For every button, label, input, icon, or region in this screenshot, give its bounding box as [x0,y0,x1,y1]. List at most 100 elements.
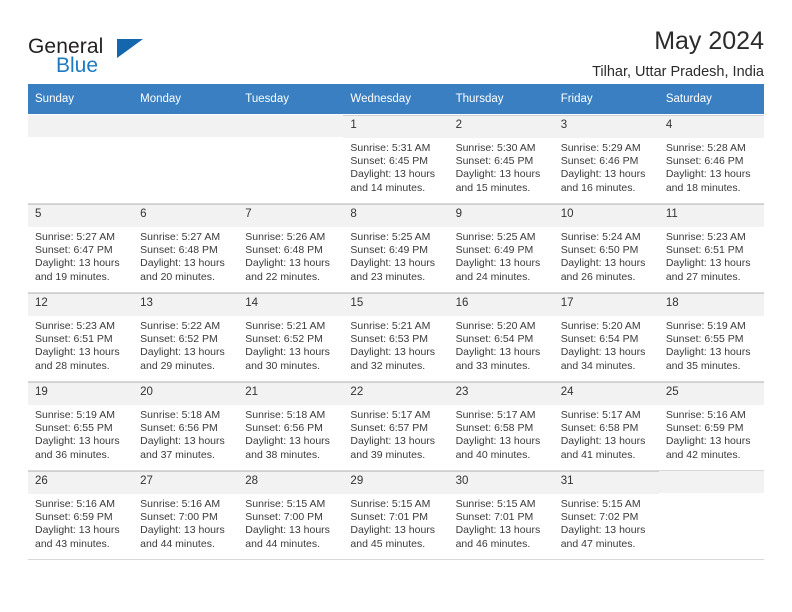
calendar-day-cell[interactable]: 26 Sunrise: 5:16 AM Sunset: 6:59 PM Dayligh… [28,470,134,560]
daylight-text-line1: Daylight: 13 hours [665,168,751,181]
calendar-day-cell[interactable]: 7 Sunrise: 5:26 AM Sunset: 6:48 PM Daylight… [238,203,344,293]
calendar-day-cell[interactable]: 27 Sunrise: 5:16 AM Sunset: 7:00 PM Dayligh… [133,470,239,560]
day-number [133,115,239,137]
calendar-day-cell[interactable]: 4 Sunrise: 5:28 AM Sunset: 6:46 PM Daylight… [658,114,764,204]
day-number: 7 [238,205,344,227]
day-cell-inner: 13 Sunrise: 5:22 AM Sunset: 6:52 PM Dayligh… [133,293,239,381]
sunrise-text: Sunrise: 5:31 AM [350,142,431,154]
calendar-day-cell[interactable]: 29 Sunrise: 5:15 AM Sunset: 7:01 PM Dayligh… [343,470,449,560]
sunrise-text: Sunrise: 5:21 AM [350,320,431,332]
day-number: 29 [343,472,449,494]
calendar-day-cell[interactable]: 19 Sunrise: 5:19 AM Sunset: 6:55 PM Dayligh… [28,381,134,471]
day-details: Sunrise: 5:24 AM Sunset: 6:50 PM Daylight:… [554,227,659,284]
day-details: Sunrise: 5:27 AM Sunset: 6:47 PM Daylight:… [28,227,133,284]
calendar-day-cell[interactable]: 12 Sunrise: 5:23 AM Sunset: 6:51 PM Dayligh… [28,292,134,382]
calendar-day-cell[interactable]: 16 Sunrise: 5:20 AM Sunset: 6:54 PM Dayligh… [448,292,554,382]
sunrise-text: Sunrise: 5:24 AM [560,231,641,243]
daylight-text-line1: Daylight: 13 hours [245,524,330,537]
calendar-day-cell[interactable]: 9 Sunrise: 5:25 AM Sunset: 6:49 PM Daylight… [448,203,554,293]
calendar-day-cell[interactable]: 25 Sunrise: 5:16 AM Sunset: 6:59 PM Dayligh… [658,381,764,471]
calendar-day-cell[interactable]: 24 Sunrise: 5:17 AM Sunset: 6:58 PM Dayligh… [553,381,659,471]
calendar-day-cell[interactable]: 17 Sunrise: 5:20 AM Sunset: 6:54 PM Dayligh… [553,292,659,382]
daylight-text-line1: Daylight: 13 hours [560,168,646,181]
sunrise-text: Sunrise: 5:16 AM [35,498,115,510]
calendar-day-cell[interactable]: 31 Sunrise: 5:15 AM Sunset: 7:02 PM Dayligh… [553,470,659,560]
day-cell-inner: 9 Sunrise: 5:25 AM Sunset: 6:49 PM Daylight… [448,204,554,292]
daylight-text-line1: Daylight: 13 hours [455,435,541,448]
calendar-day-cell[interactable]: 15 Sunrise: 5:21 AM Sunset: 6:53 PM Dayligh… [343,292,449,382]
daylight-text-line1: Daylight: 13 hours [245,257,330,270]
day-details: Sunrise: 5:15 AM Sunset: 7:01 PM Daylight:… [343,494,448,551]
day-cell-inner: 23 Sunrise: 5:17 AM Sunset: 6:58 PM Dayligh… [448,382,554,470]
day-number: 1 [343,116,449,138]
daylight-text-line2: and 44 minutes. [140,537,215,550]
sunset-text: Sunset: 6:47 PM [35,244,113,257]
day-details: Sunrise: 5:21 AM Sunset: 6:53 PM Daylight:… [343,316,448,373]
day-cell-inner: 14 Sunrise: 5:21 AM Sunset: 6:52 PM Dayligh… [238,293,344,381]
sunrise-text: Sunrise: 5:16 AM [140,498,221,510]
daylight-text-line2: and 19 minutes. [35,270,110,283]
daylight-text-line2: and 42 minutes. [665,448,741,461]
sunset-text: Sunset: 6:56 PM [245,422,323,435]
day-number: 16 [448,294,554,316]
sunset-text: Sunset: 6:54 PM [560,333,639,346]
calendar-day-cell[interactable]: 6 Sunrise: 5:27 AM Sunset: 6:48 PM Daylight… [133,203,239,293]
calendar-day-cell[interactable]: 8 Sunrise: 5:25 AM Sunset: 6:49 PM Daylight… [343,203,449,293]
day-number: 2 [448,116,554,138]
daylight-text-line2: and 16 minutes. [560,181,636,194]
day-cell-inner [238,115,344,203]
calendar-day-cell[interactable]: 2 Sunrise: 5:30 AM Sunset: 6:45 PM Daylight… [448,114,554,204]
calendar-week-row: 26 Sunrise: 5:16 AM Sunset: 6:59 PM Dayligh… [28,470,764,560]
calendar-day-cell[interactable]: 5 Sunrise: 5:27 AM Sunset: 6:47 PM Daylight… [28,203,134,293]
day-number: 4 [658,116,764,138]
day-details: Sunrise: 5:29 AM Sunset: 6:46 PM Daylight:… [554,138,659,195]
day-number: 21 [238,383,344,405]
daylight-text-line1: Daylight: 13 hours [245,435,330,448]
calendar-day-cell[interactable]: 10 Sunrise: 5:24 AM Sunset: 6:50 PM Dayligh… [553,203,659,293]
day-cell-inner [133,115,239,203]
calendar-day-cell[interactable]: 13 Sunrise: 5:22 AM Sunset: 6:52 PM Dayligh… [133,292,239,382]
day-number: 30 [448,472,554,494]
sunset-text: Sunset: 7:01 PM [455,511,534,524]
sunset-text: Sunset: 6:54 PM [455,333,534,346]
daylight-text-line1: Daylight: 13 hours [35,346,120,359]
day-details: Sunrise: 5:30 AM Sunset: 6:45 PM Daylight:… [449,138,554,195]
calendar-day-cell[interactable]: 23 Sunrise: 5:17 AM Sunset: 6:58 PM Dayligh… [448,381,554,471]
sunset-text: Sunset: 7:00 PM [245,511,323,524]
calendar-day-cell[interactable]: 3 Sunrise: 5:29 AM Sunset: 6:46 PM Daylight… [553,114,659,204]
calendar-page: General Blue May 2024 Tilhar, Uttar Prad… [0,0,792,612]
day-cell-inner: 16 Sunrise: 5:20 AM Sunset: 6:54 PM Dayligh… [448,293,554,381]
calendar-day-cell[interactable]: 22 Sunrise: 5:17 AM Sunset: 6:57 PM Dayligh… [343,381,449,471]
sunrise-text: Sunrise: 5:15 AM [245,498,326,510]
day-details: Sunrise: 5:26 AM Sunset: 6:48 PM Daylight:… [238,227,343,284]
daylight-text-line1: Daylight: 13 hours [350,168,436,181]
day-cell-inner: 15 Sunrise: 5:21 AM Sunset: 6:53 PM Dayligh… [343,293,449,381]
brand-logo[interactable]: General Blue [28,28,148,80]
daylight-text-line1: Daylight: 13 hours [350,257,436,270]
daylight-text-line1: Daylight: 13 hours [140,435,225,448]
weekday-header-wednesday: Wednesday [343,84,449,115]
calendar-day-cell[interactable]: 14 Sunrise: 5:21 AM Sunset: 6:52 PM Dayligh… [238,292,344,382]
daylight-text-line2: and 32 minutes. [350,359,426,372]
daylight-text-line2: and 34 minutes. [560,359,636,372]
calendar-day-cell[interactable]: 30 Sunrise: 5:15 AM Sunset: 7:01 PM Dayligh… [448,470,554,560]
day-details: Sunrise: 5:16 AM Sunset: 6:59 PM Daylight:… [28,494,133,551]
calendar-day-cell[interactable]: 11 Sunrise: 5:23 AM Sunset: 6:51 PM Dayligh… [658,203,764,293]
day-cell-inner: 4 Sunrise: 5:28 AM Sunset: 6:46 PM Daylight… [658,115,764,203]
day-number: 5 [28,205,134,227]
calendar-day-cell[interactable]: 20 Sunrise: 5:18 AM Sunset: 6:56 PM Dayligh… [133,381,239,471]
sunrise-text: Sunrise: 5:21 AM [245,320,326,332]
calendar-day-cell[interactable]: 1 Sunrise: 5:31 AM Sunset: 6:45 PM Daylight… [343,114,449,204]
calendar-day-cell[interactable]: 18 Sunrise: 5:19 AM Sunset: 6:55 PM Dayligh… [658,292,764,382]
calendar-day-cell[interactable]: 28 Sunrise: 5:15 AM Sunset: 7:00 PM Dayligh… [238,470,344,560]
sunrise-text: Sunrise: 5:25 AM [455,231,536,243]
daylight-text-line2: and 38 minutes. [245,448,320,461]
weekday-header-friday: Friday [553,84,659,115]
sunrise-text: Sunrise: 5:18 AM [140,409,221,421]
day-details: Sunrise: 5:18 AM Sunset: 6:56 PM Daylight:… [133,405,238,462]
calendar-day-cell[interactable]: 21 Sunrise: 5:18 AM Sunset: 6:56 PM Dayligh… [238,381,344,471]
day-details: Sunrise: 5:31 AM Sunset: 6:45 PM Daylight:… [343,138,448,195]
sunrise-text: Sunrise: 5:20 AM [455,320,536,332]
daylight-text-line1: Daylight: 13 hours [560,257,646,270]
day-cell-inner: 20 Sunrise: 5:18 AM Sunset: 6:56 PM Dayligh… [133,382,239,470]
